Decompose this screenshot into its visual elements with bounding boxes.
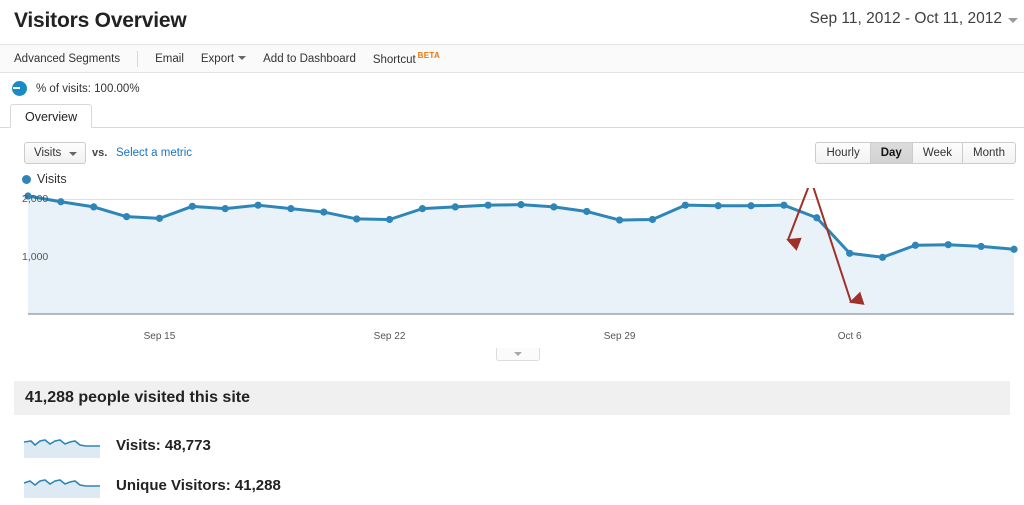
pie-chart-icon[interactable] — [12, 81, 27, 96]
data-point[interactable] — [90, 203, 98, 211]
metric-row-visits[interactable]: Visits: 48,773 — [14, 425, 1010, 465]
data-point[interactable] — [57, 198, 65, 206]
chevron-down-icon — [238, 56, 247, 61]
shortcut-label: Shortcut — [372, 53, 416, 66]
data-point[interactable] — [616, 216, 624, 224]
add-to-dashboard-button[interactable]: Add to Dashboard — [263, 53, 356, 65]
data-point[interactable] — [155, 214, 164, 222]
data-point[interactable] — [911, 241, 920, 249]
data-point[interactable] — [123, 213, 131, 221]
data-point[interactable] — [221, 205, 229, 213]
segment-row: % of visits: 100.00% — [0, 73, 1024, 104]
email-button[interactable]: Email — [155, 53, 184, 65]
chart-legend: Visits — [22, 172, 67, 186]
data-point[interactable] — [550, 203, 558, 211]
sparkline-unique-visitors-icon — [24, 479, 100, 498]
granularity-button-group: Hourly Day Week Month — [815, 142, 1016, 164]
page-header: Visitors Overview Sep 11, 2012 - Oct 11,… — [0, 0, 1024, 45]
metric-row-unique-visitors[interactable]: Unique Visitors: 41,288 — [14, 465, 1010, 505]
vs-label: vs. — [92, 147, 108, 159]
data-point[interactable] — [944, 241, 952, 249]
data-point[interactable] — [254, 201, 262, 209]
advanced-segments-button[interactable]: Advanced Segments — [14, 53, 120, 65]
data-point[interactable] — [714, 202, 722, 210]
page-title: Visitors Overview — [14, 9, 187, 32]
tab-overview[interactable]: Overview — [10, 104, 93, 128]
data-point[interactable] — [813, 214, 821, 222]
y-axis-tick-label: 2,000 — [22, 193, 49, 206]
chevron-down-icon — [514, 352, 522, 356]
chevron-down-icon[interactable] — [1008, 18, 1018, 23]
data-point[interactable] — [1010, 245, 1018, 253]
visits-line-chart[interactable] — [0, 188, 1024, 350]
x-axis-tick-label: Sep 15 — [143, 331, 176, 342]
date-range-label: Sep 11, 2012 - Oct 11, 2012 — [809, 10, 1002, 27]
data-point[interactable] — [648, 215, 657, 224]
summary-bar: 41,288 people visited this site — [14, 381, 1010, 415]
data-point[interactable] — [517, 201, 525, 209]
x-axis-tick-label: Oct 6 — [837, 331, 862, 342]
segment-label[interactable]: % of visits: 100.00% — [36, 83, 140, 95]
select-a-metric-link[interactable]: Select a metric — [116, 147, 192, 159]
data-point[interactable] — [681, 201, 689, 209]
chevron-down-icon — [69, 152, 77, 156]
data-point[interactable] — [320, 208, 328, 216]
toolbar-divider — [137, 50, 139, 67]
data-point[interactable] — [418, 205, 426, 213]
legend-color-dot — [22, 174, 31, 184]
data-point[interactable] — [188, 202, 196, 210]
data-point[interactable] — [451, 203, 459, 211]
chart-plot-area[interactable]: 1,000 2,000 Sep 15 Sep 22 Sep 29 Oct 6 — [0, 188, 1024, 361]
data-point[interactable] — [878, 253, 887, 261]
metric-label-visits: Visits: 48,773 — [116, 436, 211, 454]
tab-bar: Overview — [0, 104, 1024, 128]
x-axis-tick-label: Sep 29 — [603, 331, 636, 342]
data-point[interactable] — [385, 215, 394, 224]
visitors-overview-page: Visitors Overview Sep 11, 2012 - Oct 11,… — [0, 0, 1024, 502]
y-axis-tick-label: 1,000 — [22, 250, 49, 263]
data-point[interactable] — [846, 249, 854, 257]
chart-collapse-handle[interactable] — [496, 348, 540, 361]
data-point[interactable] — [747, 202, 755, 210]
export-button[interactable]: Export — [200, 52, 247, 65]
x-axis-tick-label: Sep 22 — [373, 331, 406, 342]
metric-select-label: Visits — [34, 147, 62, 159]
legend-series-label: Visits — [37, 172, 67, 186]
date-range-selector[interactable]: Sep 11, 2012 - Oct 11, 2012 — [810, 10, 1002, 28]
shortcut-button[interactable]: Shortcut BETA — [373, 51, 440, 66]
summary-headline: 41,288 people visited this site — [25, 389, 250, 406]
data-point[interactable] — [287, 205, 295, 213]
data-point[interactable] — [484, 201, 492, 209]
beta-badge: BETA — [417, 51, 441, 61]
data-point[interactable] — [780, 201, 788, 209]
metric-list: Visits: 48,773 Unique Visitors: 41,288 — [14, 425, 1010, 505]
chart-panel: Visits vs. Select a metric Hourly Day We… — [0, 128, 1024, 361]
granularity-month-button[interactable]: Month — [962, 142, 1016, 164]
granularity-week-button[interactable]: Week — [911, 142, 964, 164]
export-label: Export — [200, 52, 235, 65]
data-point[interactable] — [583, 207, 591, 216]
data-point[interactable] — [353, 215, 361, 223]
toolbar: Advanced Segments Email Export Add to Da… — [0, 45, 1024, 73]
granularity-hourly-button[interactable]: Hourly — [815, 142, 871, 164]
granularity-day-button[interactable]: Day — [869, 142, 913, 164]
sparkline-visits-icon — [24, 439, 100, 458]
data-point[interactable] — [977, 242, 985, 251]
metric-label-unique-visitors: Unique Visitors: 41,288 — [116, 476, 281, 494]
metric-select[interactable]: Visits — [24, 142, 86, 164]
